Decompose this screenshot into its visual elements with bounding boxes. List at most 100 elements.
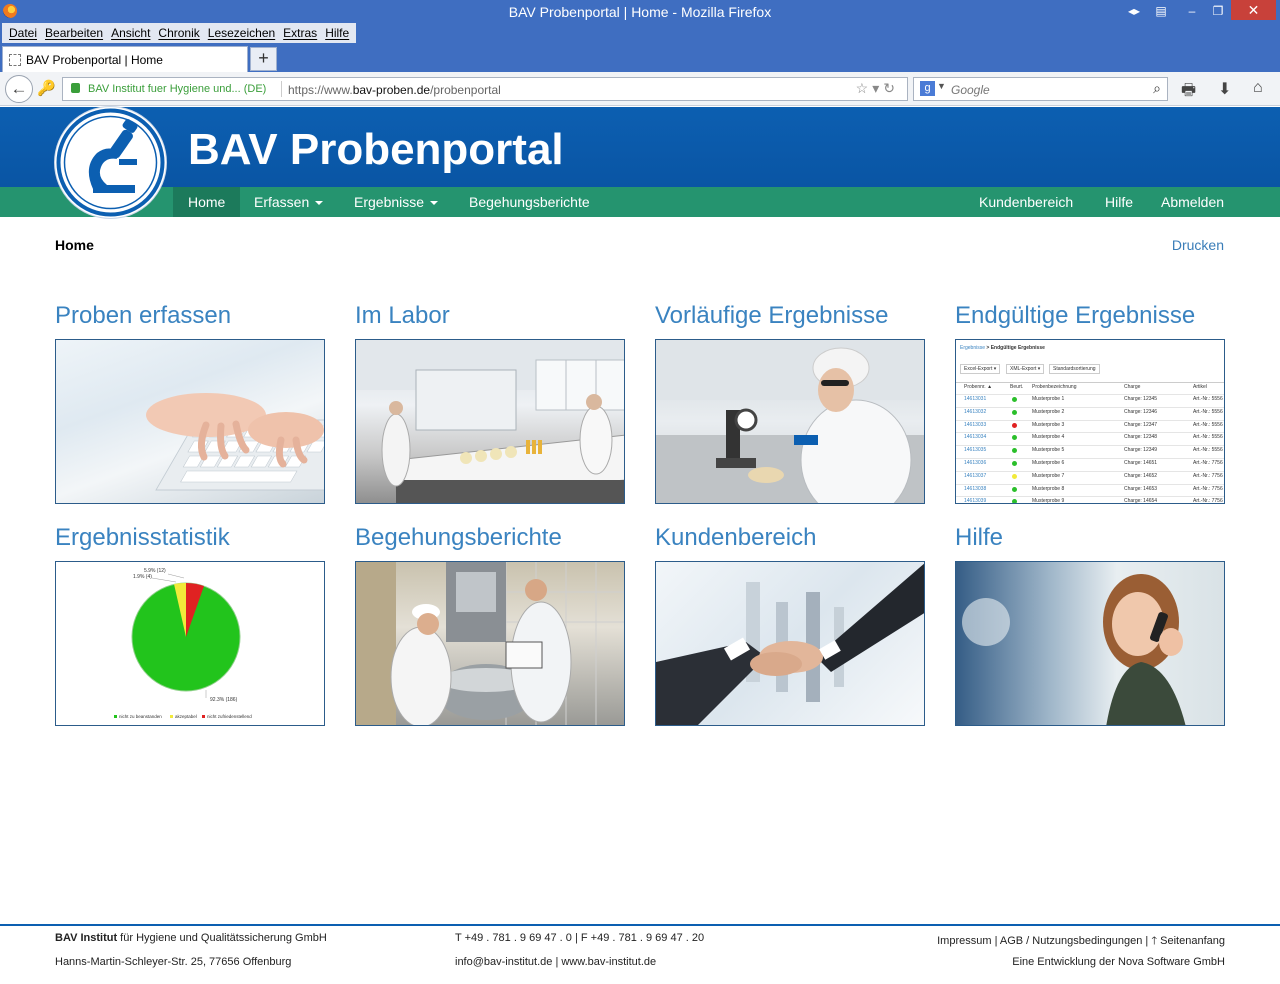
- home-icon[interactable]: ⌂: [1253, 79, 1263, 97]
- search-icon[interactable]: ⌕: [1153, 80, 1161, 97]
- mini-cell: Charge: 14652: [1124, 472, 1158, 479]
- mini-row-rule: [956, 458, 1224, 459]
- mini-cell: Charge: 14651: [1124, 460, 1158, 466]
- mini-cell: Charge: 12347: [1124, 421, 1158, 428]
- tile-title-hilfe[interactable]: Hilfe: [955, 524, 1003, 552]
- nav-erfassen[interactable]: Erfassen: [239, 187, 338, 217]
- mini-cell: 14613032: [964, 408, 987, 415]
- tabs-menu-icon[interactable]: ▤: [1152, 0, 1170, 22]
- mini-cell: Charge: 12346: [1124, 408, 1158, 415]
- dropdown-arrow-icon[interactable]: ▾: [872, 80, 883, 96]
- lock-icon: [71, 83, 80, 93]
- chevron-down-icon: [315, 201, 324, 206]
- mini-cell: 14613039: [964, 498, 987, 504]
- kitchen-inspection-image[interactable]: [355, 561, 625, 726]
- nav-kundenbereich[interactable]: Kundenbereich: [964, 187, 1088, 217]
- search-engine-dropdown-icon[interactable]: ▼: [937, 81, 946, 91]
- mini-cell: Art.-Nr.: 5556: [1193, 447, 1223, 454]
- tile-title-proben-erfassen[interactable]: Proben erfassen: [55, 302, 231, 330]
- site-header: BAV Probenportal: [0, 107, 1280, 187]
- status-dot-red: [1012, 422, 1017, 428]
- tab-label: BAV Probenportal | Home: [26, 53, 163, 67]
- mini-header-rule: [956, 382, 1224, 383]
- footer-divider: [0, 924, 1280, 926]
- woman-on-phone-image[interactable]: [955, 561, 1225, 726]
- print-link[interactable]: Drucken: [1172, 237, 1224, 253]
- menu-extras[interactable]: Extras: [279, 23, 321, 43]
- mini-col-artikel: Artikel: [1193, 384, 1207, 390]
- arrow-up-icon: 🡑: [1151, 935, 1158, 947]
- close-button[interactable]: ✕: [1231, 0, 1276, 20]
- footer-top-link[interactable]: Seitenanfang: [1160, 935, 1225, 947]
- site-identity[interactable]: BAV Institut fuer Hygiene und... (DE): [88, 83, 266, 95]
- menu-bearbeiten[interactable]: Bearbeiten: [41, 23, 107, 43]
- google-icon[interactable]: g: [920, 81, 935, 96]
- nav-begehungsberichte[interactable]: Begehungsberichte: [454, 187, 605, 217]
- mini-cell: Art.-Nr.: 5556: [1193, 408, 1223, 415]
- new-tab-button[interactable]: +: [250, 47, 277, 71]
- menu-ansicht[interactable]: Ansicht: [107, 23, 154, 43]
- footer-phone: T +49 . 781 . 9 69 47 . 0 | F +49 . 781 …: [455, 932, 705, 944]
- tile-title-endgueltige-ergebnisse[interactable]: Endgültige Ergebnisse: [955, 302, 1195, 330]
- footer-links[interactable]: Impressum | AGB / Nutzungsbedingungen | …: [937, 932, 1225, 951]
- site-brand[interactable]: BAV Probenportal: [188, 125, 564, 175]
- breadcrumb: Home: [55, 237, 94, 253]
- footer-email[interactable]: info@bav-institut.de | www.bav-institut.…: [455, 956, 656, 968]
- browser-tab[interactable]: BAV Probenportal | Home: [2, 46, 248, 72]
- search-bar[interactable]: g ▼ Google ⌕: [913, 77, 1168, 101]
- url-text[interactable]: https://www.bav-proben.de/probenportal: [288, 83, 501, 97]
- window-title: BAV Probenportal | Home - Mozilla Firefo…: [508, 4, 772, 20]
- tile-title-ergebnisstatistik[interactable]: Ergebnisstatistik: [55, 524, 230, 552]
- mini-row-rule: [956, 483, 1224, 485]
- footer-legal-links[interactable]: Impressum | AGB / Nutzungsbedingungen |: [937, 935, 1151, 947]
- mini-cell: 14613036: [964, 460, 987, 466]
- menu-chronik[interactable]: Chronik: [154, 23, 203, 43]
- tile-title-im-labor[interactable]: Im Labor: [355, 302, 450, 330]
- mini-cell: Art.-Nr.: 7756: [1193, 498, 1223, 504]
- status-dot-green: [1012, 486, 1017, 492]
- mini-cell: Musterprobe 9: [1032, 498, 1065, 504]
- footer-company-name: BAV Institut: [55, 932, 118, 944]
- nav-hilfe[interactable]: Hilfe: [1090, 187, 1148, 217]
- microscope-logo-icon[interactable]: [55, 107, 166, 218]
- tab-list-icon[interactable]: ◂▸: [1127, 0, 1141, 22]
- print-icon[interactable]: 🖶: [1181, 79, 1196, 106]
- mini-cell: Musterprobe 8: [1032, 485, 1065, 492]
- key-icon[interactable]: 🔑: [37, 79, 56, 97]
- mini-breadcrumb: Ergebnisse > Endgültige Ergebnisse: [960, 345, 1045, 351]
- bookmark-star-icon[interactable]: ☆: [856, 80, 873, 96]
- menu-lesezeichen[interactable]: Lesezeichen: [204, 23, 279, 43]
- tile-title-vorlaeufige-ergebnisse[interactable]: Vorläufige Ergebnisse: [655, 302, 888, 330]
- mini-cell: Art.-Nr.: 7756: [1193, 472, 1223, 479]
- handshake-image[interactable]: [655, 561, 925, 726]
- search-input[interactable]: Google: [951, 83, 990, 97]
- pie-chart-image[interactable]: 5.9% (12) 1.9% (4) 92.3% (186) nicht zu …: [55, 561, 325, 726]
- nav-kundenbereich-label: Kundenbereich: [979, 194, 1074, 210]
- restore-button[interactable]: ❐: [1208, 0, 1228, 22]
- nav-home[interactable]: Home: [173, 187, 241, 217]
- menu-datei[interactable]: Datei: [5, 23, 41, 43]
- url-bar[interactable]: BAV Institut fuer Hygiene und... (DE) ht…: [62, 77, 908, 101]
- mini-cell: Musterprobe 4: [1032, 434, 1065, 441]
- mini-row-rule: [956, 470, 1224, 472]
- results-table-screenshot-image[interactable]: Ergebnisse > Endgültige Ergebnisse Excel…: [955, 339, 1225, 504]
- mini-cell: 14613035: [964, 447, 987, 454]
- microscope-lab-worker-image[interactable]: [655, 339, 925, 504]
- reload-icon[interactable]: ↻: [883, 80, 899, 96]
- laboratory-image[interactable]: [355, 339, 625, 504]
- nav-ergebnisse[interactable]: Ergebnisse: [339, 187, 453, 217]
- mini-cell: 14613034: [964, 434, 987, 441]
- tile-title-begehungsberichte[interactable]: Begehungsberichte: [355, 524, 562, 552]
- nav-abmelden[interactable]: Abmelden: [1146, 187, 1239, 217]
- status-dot-green: [1012, 499, 1017, 503]
- keyboard-typing-image[interactable]: [55, 339, 325, 504]
- menu-hilfe[interactable]: Hilfe: [321, 23, 353, 43]
- download-icon[interactable]: ⬇: [1218, 79, 1231, 99]
- status-dot-green: [1012, 461, 1017, 466]
- back-button[interactable]: ←: [5, 75, 33, 103]
- main-navigation: Home Erfassen Ergebnisse Begehungsberich…: [0, 187, 1280, 217]
- status-dot-green: [1012, 409, 1017, 415]
- mini-row-rule: [956, 394, 1224, 395]
- minimize-button[interactable]: –: [1183, 0, 1201, 22]
- tile-title-kundenbereich[interactable]: Kundenbereich: [655, 524, 816, 552]
